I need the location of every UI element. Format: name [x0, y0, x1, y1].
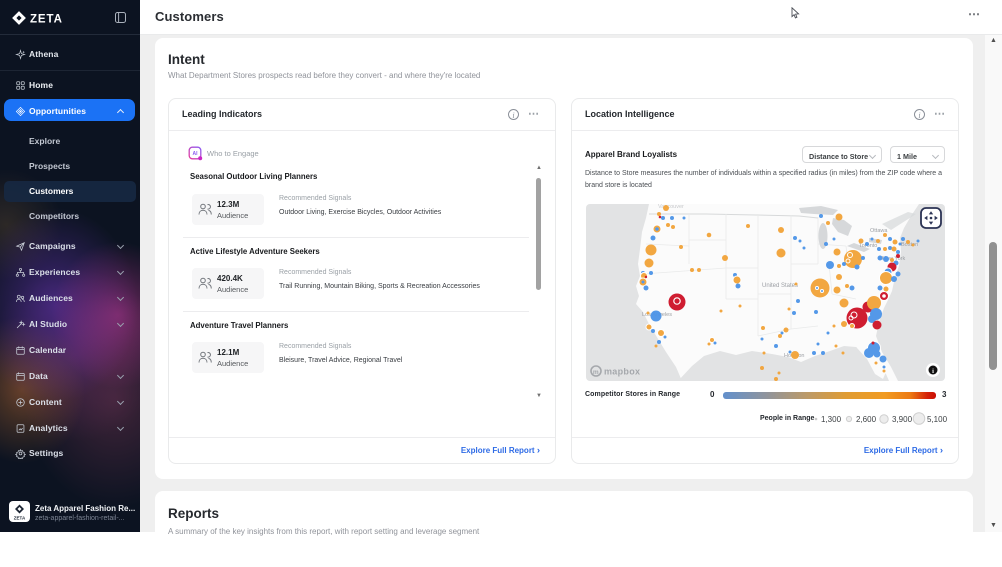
svg-text:United States: United States — [762, 283, 798, 289]
svg-text:ZETA: ZETA — [30, 14, 63, 26]
svg-text:2,600: 2,600 — [856, 415, 877, 424]
svg-text:mapbox: mapbox — [604, 367, 640, 377]
svg-text:3,900: 3,900 — [892, 415, 913, 424]
svg-text:m: m — [593, 369, 599, 376]
svg-text:i: i — [932, 368, 934, 375]
svg-text:ZETA: ZETA — [14, 516, 26, 521]
svg-text:5,100: 5,100 — [927, 415, 948, 424]
svg-text:Vancouver: Vancouver — [658, 204, 684, 210]
svg-text:AI: AI — [193, 151, 199, 157]
svg-text:1,300: 1,300 — [821, 415, 842, 424]
